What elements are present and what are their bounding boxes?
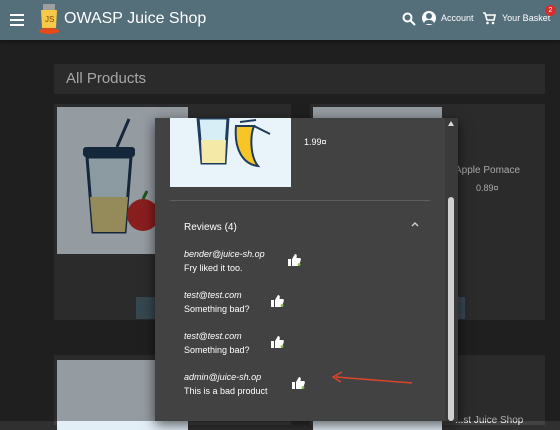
account-button[interactable]: Account [422,11,474,25]
cart-icon [483,12,496,25]
account-label: Account [441,13,474,23]
review-message: This is a bad product [184,386,268,396]
scroll-up-arrow[interactable] [448,121,454,126]
basket-label: Your Basket [502,13,551,23]
dialog-scrollbar[interactable] [445,118,458,421]
review-author: test@test.com [184,290,242,300]
review-author: test@test.com [184,331,242,341]
reviews-expansion-header[interactable]: Reviews (4) [184,222,237,233]
banana-juice-icon [196,118,271,168]
review-item: test@test.com Something bad? [184,331,250,355]
product-price: 1.99¤ [304,137,327,147]
review-author: bender@juice-sh.op [184,249,265,259]
divider [170,200,430,201]
thumb-up-icon[interactable] [271,295,284,307]
app-title[interactable]: OWASP Juice Shop [64,10,206,28]
review-item: admin@juice-sh.op This is a bad product [184,372,268,396]
thumb-up-icon[interactable] [271,336,284,348]
thumb-up-icon[interactable] [292,377,305,389]
review-message: Fry liked it too. [184,263,243,273]
search-icon[interactable] [402,12,416,26]
product-image [170,118,291,187]
svg-text:JS: JS [45,15,54,24]
account-icon [422,11,436,25]
scrollbar-thumb[interactable] [448,197,454,421]
review-author: admin@juice-sh.op [184,372,262,382]
basket-count-badge: 2 [545,5,556,16]
basket-button[interactable]: Your Basket [482,11,550,25]
thumb-up-icon[interactable] [288,254,301,266]
chevron-up-icon[interactable] [411,221,419,227]
review-item: bender@juice-sh.op Fry liked it too. [184,249,265,273]
review-message: Something bad? [184,345,250,355]
annotation-arrow [331,371,413,384]
juice-shop-logo[interactable]: JS [37,4,61,34]
menu-icon[interactable] [10,11,24,29]
top-toolbar: JS OWASP Juice Shop Account Your Basket … [0,0,560,40]
review-message: Something bad? [184,304,250,314]
review-item: test@test.com Something bad? [184,290,250,314]
